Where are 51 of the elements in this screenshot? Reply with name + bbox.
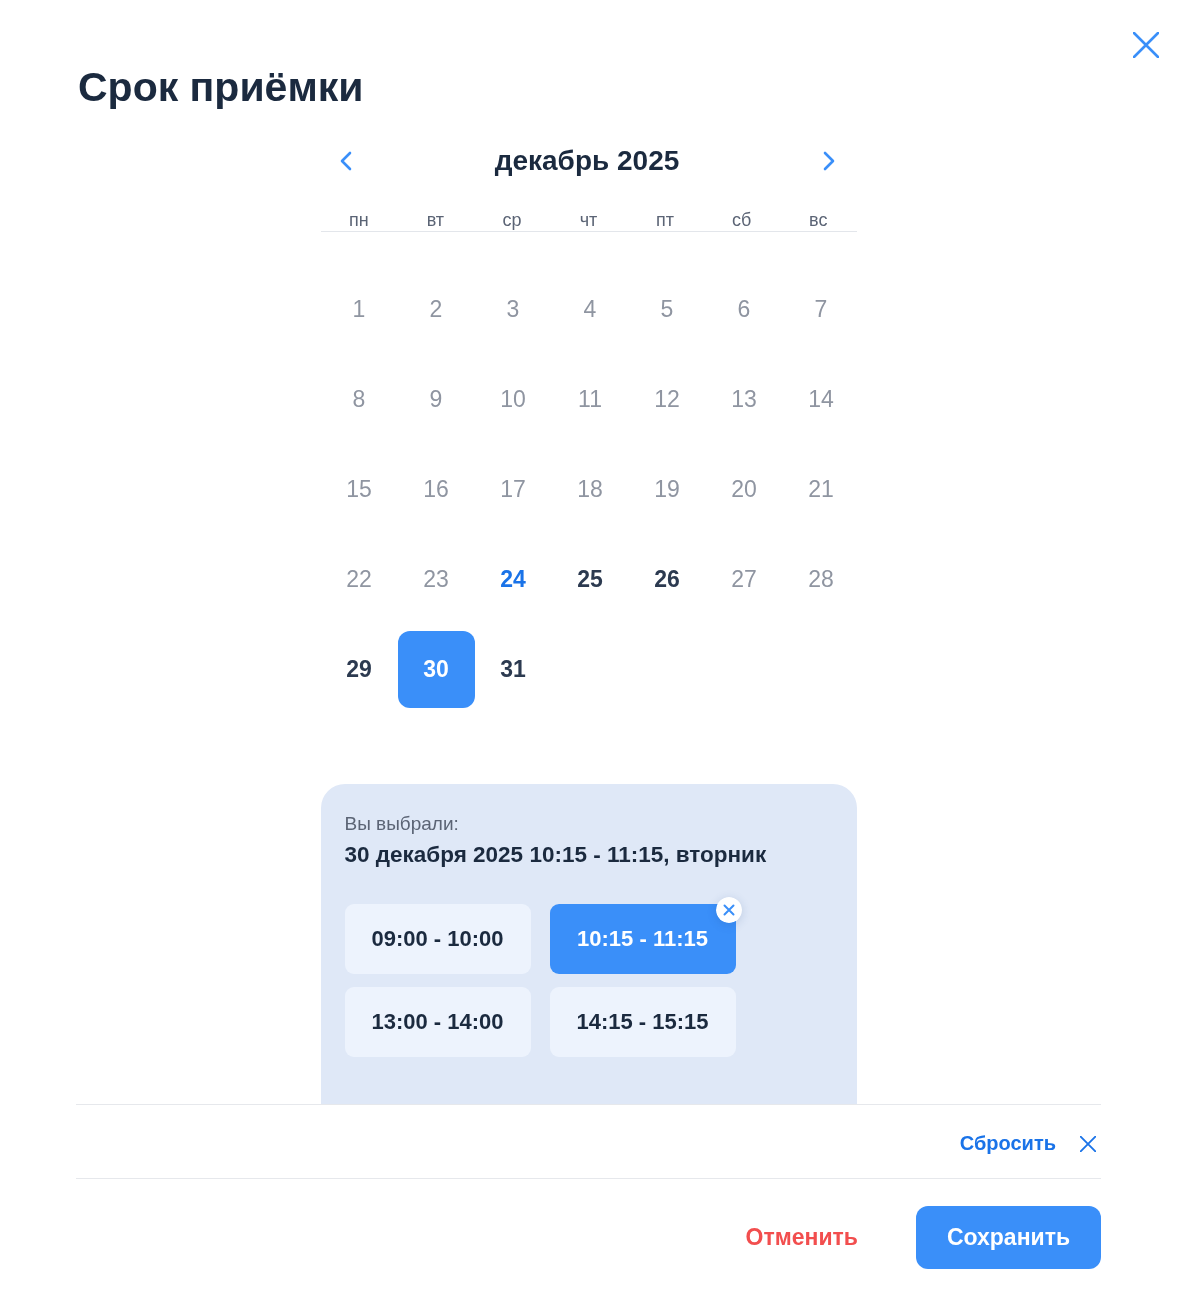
- date-cell: 8: [320, 361, 398, 438]
- date-cell: 4: [551, 271, 629, 348]
- chevron-right-icon[interactable]: [822, 151, 835, 171]
- date-cell: 9: [397, 361, 475, 438]
- selection-summary: 30 декабря 2025 10:15 - 11:15, вторник: [344, 841, 768, 869]
- date-cell[interactable]: 26: [628, 541, 706, 618]
- weekday-label: вс: [809, 209, 828, 231]
- weekday-label: пн: [348, 209, 369, 231]
- date-cell: 20: [705, 451, 783, 528]
- date-cell: 11: [551, 361, 629, 438]
- dialog-title: Срок приёмки: [78, 65, 364, 109]
- date-cell: 10: [474, 361, 552, 438]
- time-slot[interactable]: 09:00 - 10:00: [344, 904, 531, 974]
- reset-link[interactable]: Сбросить: [959, 1132, 1056, 1155]
- date-cell: 16: [397, 451, 475, 528]
- weekday-label: чт: [579, 209, 598, 231]
- date-cell[interactable]: 31: [474, 631, 552, 708]
- date-cell: 13: [705, 361, 783, 438]
- date-cell: 22: [320, 541, 398, 618]
- date-cell: 21: [782, 451, 860, 528]
- date-cell: 12: [628, 361, 706, 438]
- weekday-label: сб: [731, 209, 752, 231]
- date-cell: 17: [474, 451, 552, 528]
- time-slot[interactable]: 14:15 - 15:15: [549, 987, 736, 1057]
- date-cell[interactable]: 24: [474, 541, 552, 618]
- date-cell: 18: [551, 451, 629, 528]
- date-cell: 19: [628, 451, 706, 528]
- date-cell: 15: [320, 451, 398, 528]
- date-cell: 23: [397, 541, 475, 618]
- date-cell: 28: [782, 541, 860, 618]
- date-cell[interactable]: 29: [320, 631, 398, 708]
- date-cell: 2: [397, 271, 475, 348]
- date-cell: 27: [705, 541, 783, 618]
- chevron-left-icon[interactable]: [339, 151, 352, 171]
- date-cell: 5: [628, 271, 706, 348]
- date-cell: 14: [782, 361, 860, 438]
- date-cell: 7: [782, 271, 860, 348]
- time-slot[interactable]: 13:00 - 14:00: [344, 987, 531, 1057]
- close-icon[interactable]: [1080, 1135, 1096, 1152]
- close-icon[interactable]: [715, 897, 742, 923]
- month-title: декабрь 2025: [494, 144, 680, 178]
- cancel-button[interactable]: Отменить: [745, 1224, 858, 1251]
- date-cell: 1: [320, 271, 398, 348]
- selection-caption: Вы выбрали:: [344, 812, 460, 836]
- date-cell: 6: [705, 271, 783, 348]
- weekday-label: пт: [656, 209, 675, 231]
- close-icon[interactable]: [1133, 32, 1159, 58]
- date-cell: 3: [474, 271, 552, 348]
- date-cell[interactable]: 25: [551, 541, 629, 618]
- weekday-label: вт: [426, 209, 445, 231]
- weekday-label: ср: [502, 209, 522, 231]
